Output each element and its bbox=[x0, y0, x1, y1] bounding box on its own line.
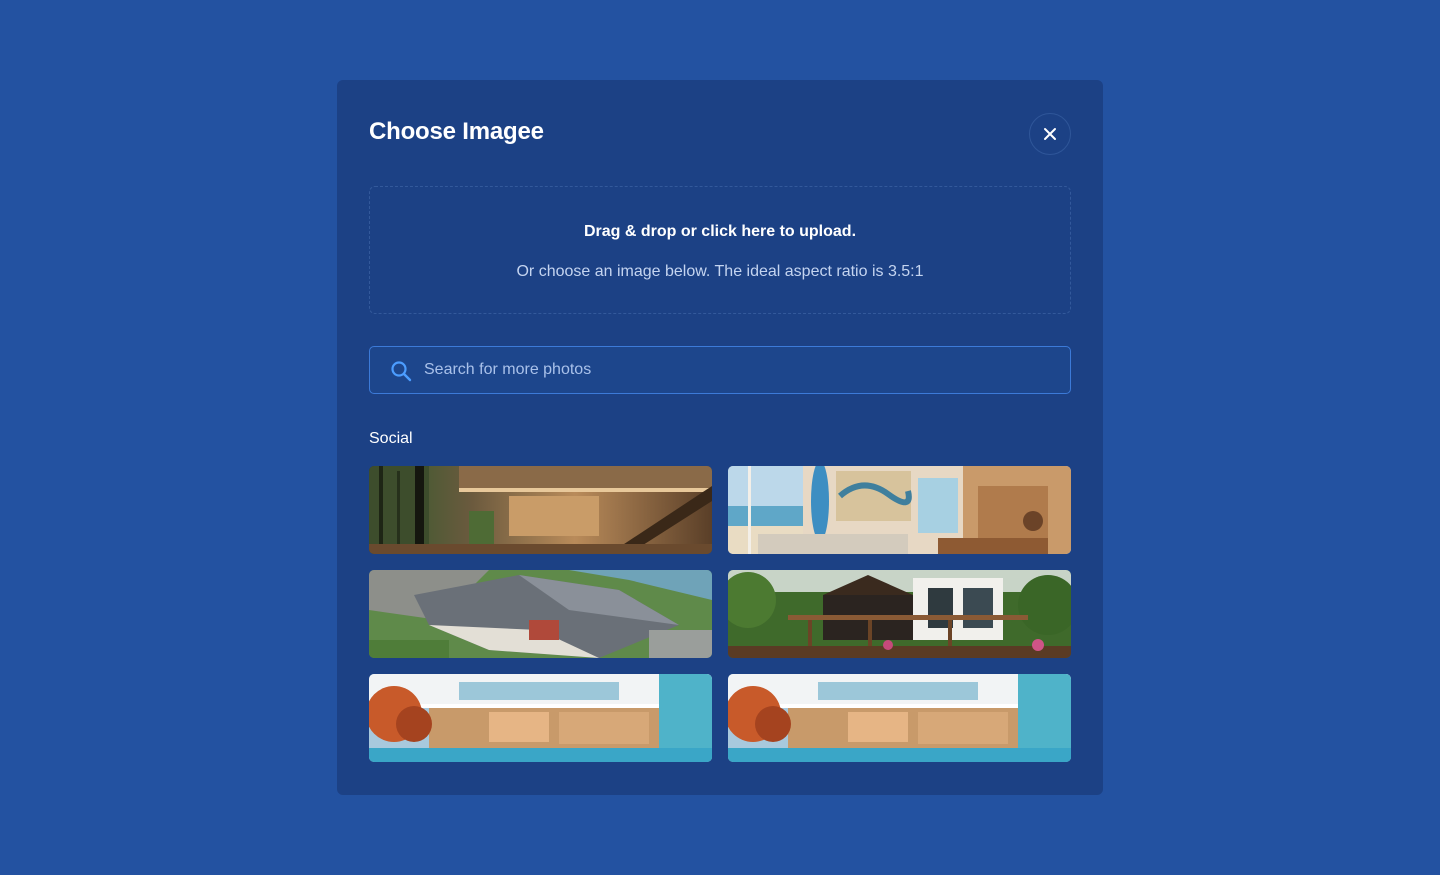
section-label-social: Social bbox=[369, 430, 413, 447]
image-grid bbox=[369, 466, 1071, 762]
interior-staircase-image bbox=[369, 466, 712, 554]
upload-title: Drag & drop or click here to upload. bbox=[583, 223, 857, 240]
close-icon bbox=[1044, 128, 1056, 140]
pool-house-image-1 bbox=[369, 674, 712, 762]
close-button[interactable] bbox=[1029, 113, 1071, 155]
aerial-house-image bbox=[369, 570, 712, 658]
image-option-aerial-house[interactable] bbox=[369, 570, 712, 658]
pool-house-image-2 bbox=[728, 674, 1071, 762]
image-option-interior-staircase[interactable] bbox=[369, 466, 712, 554]
image-option-pool-house-1[interactable] bbox=[369, 674, 712, 762]
upload-subtitle: Or choose an image below. The ideal aspe… bbox=[516, 263, 924, 280]
image-option-beach-interior[interactable] bbox=[728, 466, 1071, 554]
search-input[interactable] bbox=[424, 347, 1044, 393]
image-option-modern-exterior[interactable] bbox=[728, 570, 1071, 658]
modal-title: Choose Imagee bbox=[369, 118, 544, 145]
search-icon bbox=[391, 361, 412, 382]
beach-interior-image bbox=[728, 466, 1071, 554]
image-option-pool-house-2[interactable] bbox=[728, 674, 1071, 762]
choose-image-modal: Choose Imagee Drag & drop or click here … bbox=[337, 80, 1103, 795]
search-box[interactable] bbox=[369, 346, 1071, 394]
upload-dropzone[interactable]: Drag & drop or click here to upload. Or … bbox=[369, 186, 1071, 314]
modern-exterior-image bbox=[728, 570, 1071, 658]
